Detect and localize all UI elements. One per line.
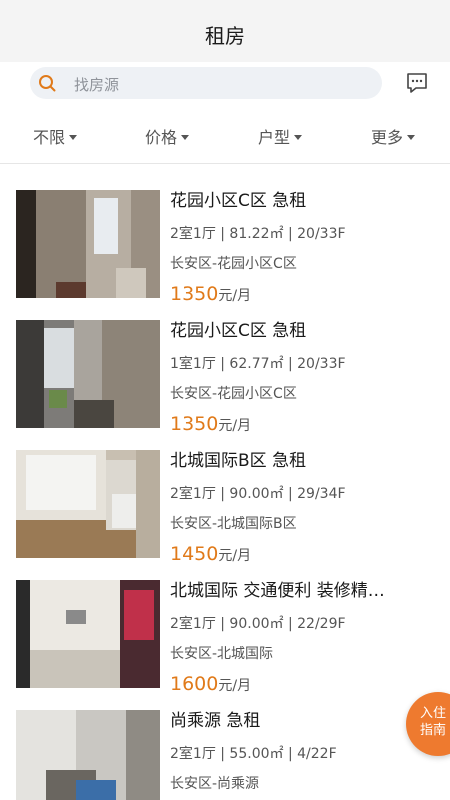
filter-label: 价格 bbox=[145, 128, 178, 147]
price-value: 1350 bbox=[170, 413, 219, 435]
float-button-line2: 指南 bbox=[420, 723, 447, 738]
filter-layout[interactable]: 户型 bbox=[258, 124, 303, 148]
price-value: 1450 bbox=[170, 543, 219, 565]
price-unit: 元/月 bbox=[218, 418, 252, 434]
price-unit: 元/月 bbox=[218, 548, 252, 564]
price-value: 1600 bbox=[170, 673, 219, 695]
price-value: 1350 bbox=[170, 283, 219, 305]
listing-location: 长安区-北城国际 bbox=[170, 646, 274, 662]
filter-label: 不限 bbox=[33, 128, 66, 147]
price-unit: 元/月 bbox=[218, 288, 252, 304]
listing-photo bbox=[16, 580, 160, 688]
listing-item[interactable]: 尚乘源 急租 2室1厅 | 55.00㎡ | 4/22F 长安区-尚乘源 bbox=[0, 710, 450, 800]
top-bar: 租房 bbox=[0, 0, 450, 62]
search-icon bbox=[39, 75, 56, 92]
listing-location: 长安区-北城国际B区 bbox=[170, 516, 297, 532]
listing-price: 1450元/月 bbox=[170, 543, 251, 565]
price-unit: 元/月 bbox=[218, 678, 252, 694]
listing-title: 北城国际B区 急租 bbox=[170, 451, 307, 471]
filter-label: 更多 bbox=[371, 128, 404, 147]
listing-title: 北城国际 交通便利 装修精… bbox=[170, 581, 385, 601]
listing-item[interactable]: 花园小区C区 急租 2室1厅 | 81.22㎡ | 20/33F 长安区-花园小… bbox=[0, 190, 450, 320]
float-button-line1: 入住 bbox=[420, 706, 447, 721]
listing-price: 1350元/月 bbox=[170, 413, 251, 435]
caret-down-icon bbox=[407, 135, 416, 140]
listing-specs: 2室1厅 | 81.22㎡ | 20/33F bbox=[170, 226, 346, 242]
message-icon[interactable] bbox=[405, 71, 429, 95]
listing-location: 长安区-花园小区C区 bbox=[170, 256, 297, 272]
filter-price[interactable]: 价格 bbox=[145, 124, 190, 148]
listing-location: 长安区-花园小区C区 bbox=[170, 386, 297, 402]
search-row: 找房源 bbox=[0, 62, 450, 108]
filter-label: 户型 bbox=[258, 128, 291, 147]
filter-more[interactable]: 更多 bbox=[371, 124, 416, 148]
listing-price: 1600元/月 bbox=[170, 673, 251, 695]
listing-photo bbox=[16, 190, 160, 298]
caret-down-icon bbox=[69, 135, 78, 140]
listing-specs: 1室1厅 | 62.77㎡ | 20/33F bbox=[170, 356, 346, 372]
filter-unlimited[interactable]: 不限 bbox=[33, 124, 78, 148]
listing-price: 1350元/月 bbox=[170, 283, 251, 305]
listing-photo bbox=[16, 710, 160, 800]
listing-specs: 2室1厅 | 90.00㎡ | 22/29F bbox=[170, 616, 346, 632]
filter-bar: 不限 价格 户型 更多 bbox=[0, 108, 450, 164]
listing-item[interactable]: 花园小区C区 急租 1室1厅 | 62.77㎡ | 20/33F 长安区-花园小… bbox=[0, 320, 450, 450]
listing-location: 长安区-尚乘源 bbox=[170, 776, 260, 792]
listing-photo bbox=[16, 320, 160, 428]
search-placeholder: 找房源 bbox=[74, 76, 120, 94]
listing-title: 花园小区C区 急租 bbox=[170, 191, 307, 211]
listing-specs: 2室1厅 | 90.00㎡ | 29/34F bbox=[170, 486, 346, 502]
caret-down-icon bbox=[294, 135, 303, 140]
listing-photo bbox=[16, 450, 160, 558]
page-title: 租房 bbox=[205, 24, 245, 48]
search-input[interactable]: 找房源 bbox=[30, 67, 382, 99]
listing-title: 尚乘源 急租 bbox=[170, 711, 261, 731]
listing-item[interactable]: 北城国际B区 急租 2室1厅 | 90.00㎡ | 29/34F 长安区-北城国… bbox=[0, 450, 450, 580]
listing-item[interactable]: 北城国际 交通便利 装修精… 2室1厅 | 90.00㎡ | 22/29F 长安… bbox=[0, 580, 450, 710]
listing-title: 花园小区C区 急租 bbox=[170, 321, 307, 341]
listing-specs: 2室1厅 | 55.00㎡ | 4/22F bbox=[170, 746, 337, 762]
caret-down-icon bbox=[181, 135, 190, 140]
